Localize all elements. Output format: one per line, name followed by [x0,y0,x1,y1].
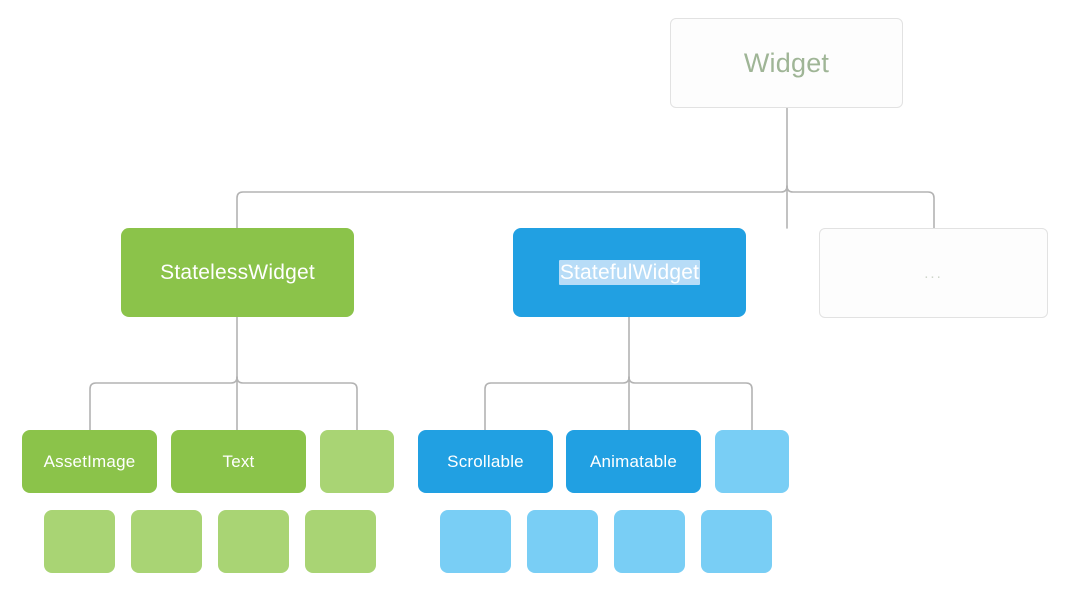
node-text[interactable]: Text [171,430,306,493]
node-animatable[interactable]: Animatable [566,430,701,493]
node-ellipsis-level2-label: ... [924,264,943,282]
node-stateful-leaf-4[interactable] [701,510,772,573]
node-widget-label: Widget [743,47,830,78]
node-animatable-label: Animatable [589,452,678,471]
edge-statefulwidget-to-more [628,376,753,431]
edge-widget-to-ellipsis [786,185,935,229]
node-stateful-leaf-3[interactable] [614,510,685,573]
node-stateless-more[interactable] [320,430,394,493]
edge-statelesswidget-to-more [236,376,358,431]
edge-statefulwidget-to-scrollable [484,376,630,431]
node-statelesswidget[interactable]: StatelessWidget [121,228,354,317]
node-text-label: Text [222,452,255,471]
node-scrollable-label: Scrollable [447,452,524,471]
edge-widget-to-statelesswidget [236,185,788,229]
node-stateless-leaf-3[interactable] [218,510,289,573]
node-stateful-more[interactable] [715,430,789,493]
node-scrollable[interactable]: Scrollable [418,430,553,493]
node-assetimage[interactable]: AssetImage [22,430,157,493]
node-stateless-leaf-1[interactable] [44,510,115,573]
edge-statelesswidget-to-assetimage [89,376,238,431]
node-stateless-leaf-4[interactable] [305,510,376,573]
node-widget[interactable]: Widget [670,18,903,108]
node-statelesswidget-label: StatelessWidget [160,261,315,284]
diagram-canvas: Widget StatelessWidget StatefulWidget ..… [0,0,1080,602]
node-stateful-leaf-1[interactable] [440,510,511,573]
node-statefulwidget-label: StatefulWidget [558,260,701,285]
node-stateful-leaf-2[interactable] [527,510,598,573]
node-stateless-leaf-2[interactable] [131,510,202,573]
node-assetimage-label: AssetImage [43,452,136,471]
node-ellipsis-level2[interactable]: ... [819,228,1048,318]
node-statefulwidget[interactable]: StatefulWidget [513,228,746,317]
